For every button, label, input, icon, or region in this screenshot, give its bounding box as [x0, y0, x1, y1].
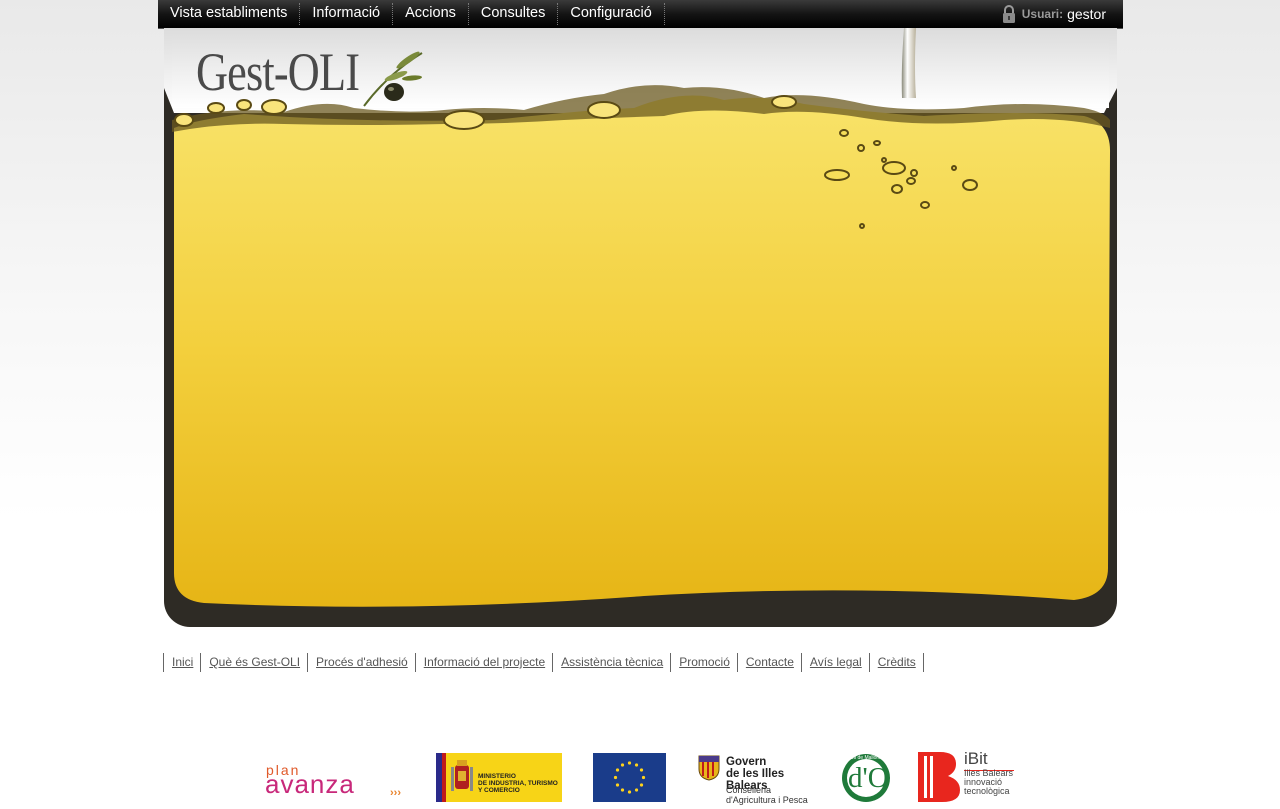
do-ring-text: Oli de Mallorca — [850, 755, 884, 761]
footer-link-assistencia-tecnica[interactable]: Assistència tècnica — [553, 653, 672, 672]
oil-illustration — [164, 28, 1117, 607]
footer-links: Inici Què és Gest-OLI Procés d'adhesió I… — [163, 653, 924, 672]
footer-link-avis-legal[interactable]: Avís legal — [802, 653, 870, 672]
footer-link-que-es[interactable]: Què és Gest-OLI — [201, 653, 309, 672]
ibit-b-icon — [918, 752, 960, 802]
user-label: Usuari: — [1021, 7, 1064, 21]
avanza-text: avanza — [265, 769, 355, 799]
main-menu: Vista establiments Informació Accions Co… — [158, 0, 666, 28]
ibit-logo[interactable]: iBit Illes Balears innovació tecnològica — [918, 749, 1018, 804]
eu-flag-icon[interactable] — [593, 753, 666, 802]
plan-avanza-logo[interactable]: plan avanza ››› — [265, 762, 410, 799]
menu-item-configuracio[interactable]: Configuració — [558, 0, 666, 28]
menu-item-accions[interactable]: Accions — [393, 0, 469, 28]
ministerio-logo[interactable]: MINISTERIO DE INDUSTRIA, TURISMO Y COMER… — [436, 753, 562, 802]
menu-item-consultes[interactable]: Consultes — [469, 0, 559, 28]
gest-oli-logo[interactable]: Gest-OLI — [196, 42, 360, 102]
menu-item-vista-establiments[interactable]: Vista establiments — [158, 0, 301, 28]
govern-subtitle: Conselleria d'Agricultura i Pesca — [726, 785, 808, 805]
lock-icon — [1002, 4, 1015, 23]
footer-link-contacte[interactable]: Contacte — [738, 653, 802, 672]
user-info: Usuari: gestor — [1002, 0, 1106, 28]
footer-link-proces-adhesio[interactable]: Procés d'adhesió — [308, 653, 416, 672]
do-oli-mallorca-logo[interactable]: d'O Oli de Mallorca — [841, 753, 891, 803]
footer-link-inici[interactable]: Inici — [164, 653, 202, 672]
top-nav-bar: Vista establiments Informació Accions Co… — [158, 0, 1123, 29]
ibit-tagline: Illes Balears innovació tecnològica — [964, 768, 1014, 796]
balears-shield-icon — [698, 755, 720, 781]
user-name: gestor — [1067, 6, 1106, 22]
ibit-name: iBit — [964, 749, 988, 768]
header-banner: Gest-OLI — [164, 28, 1117, 627]
spain-coat-of-arms-icon — [451, 760, 473, 791]
ministerio-text: MINISTERIO DE INDUSTRIA, TURISMO Y COMER… — [478, 773, 558, 794]
footer-link-promocio[interactable]: Promoció — [671, 653, 738, 672]
arrows-text: ››› — [390, 787, 401, 799]
footer-link-informacio-projecte[interactable]: Informació del projecte — [416, 653, 554, 672]
do-text: d'O — [848, 762, 889, 794]
footer-link-credits[interactable]: Crèdits — [870, 653, 924, 672]
govern-illes-balears-logo[interactable]: Govern de les Illes Balears Conselleria … — [698, 753, 823, 805]
menu-item-informacio[interactable]: Informació — [300, 0, 393, 28]
